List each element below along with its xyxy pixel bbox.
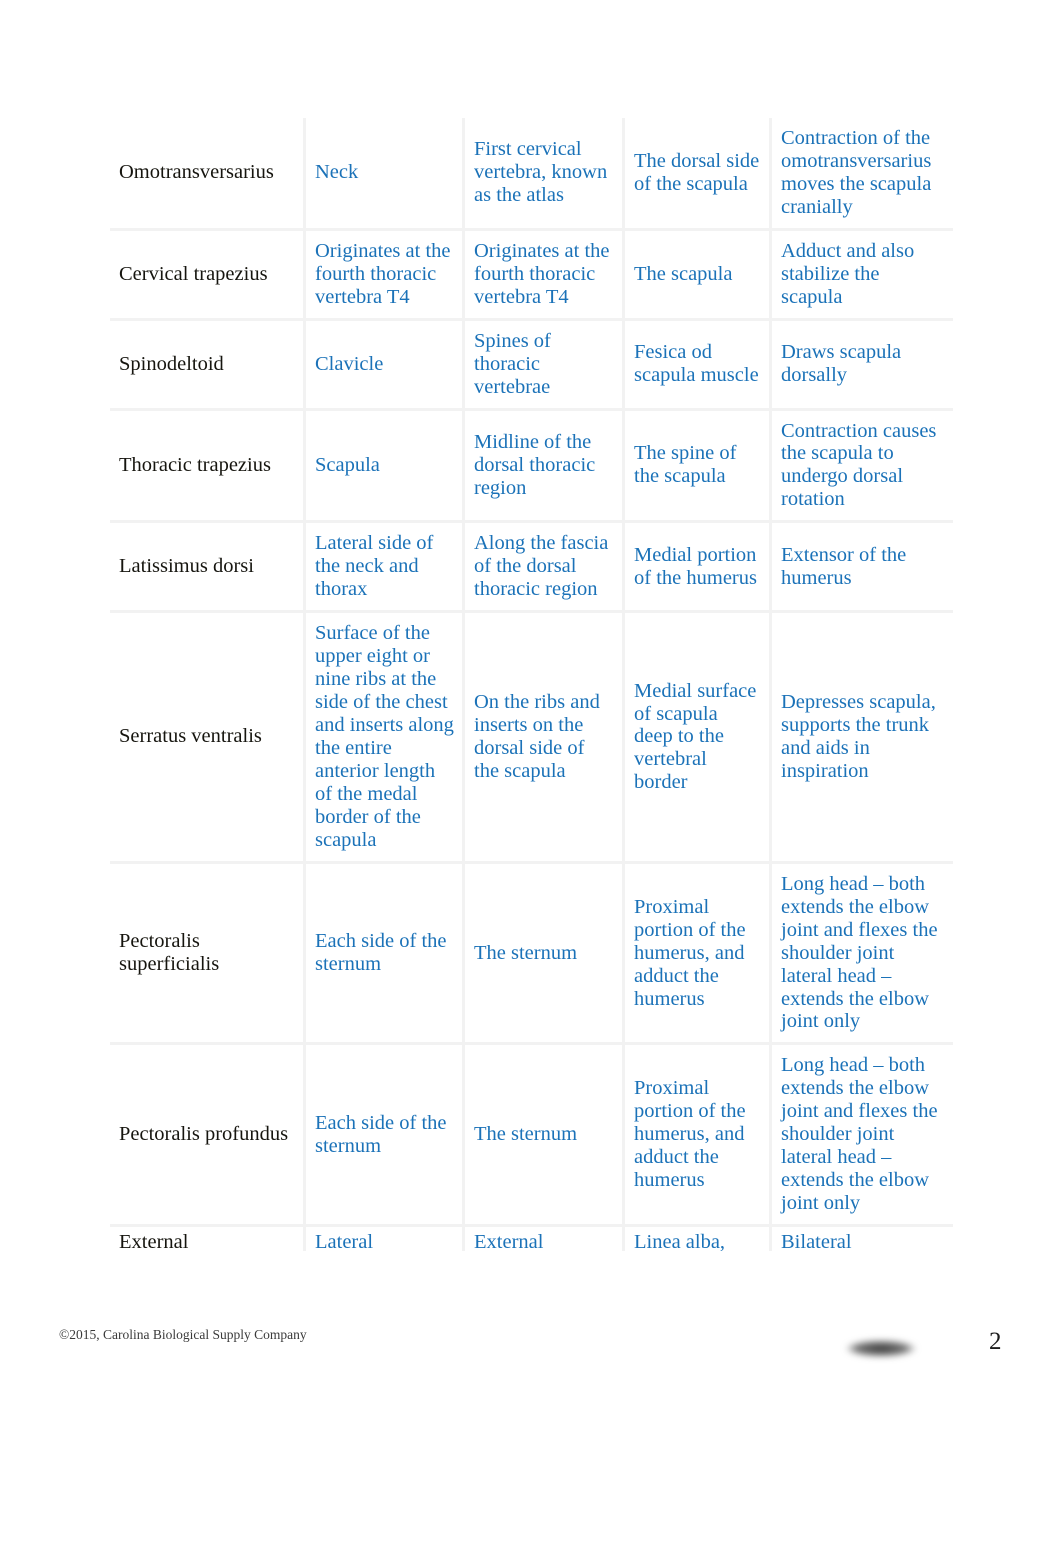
table-row: Spinodeltoid Clavicle Spines of thoracic… xyxy=(110,320,953,411)
cell-origin: Surface of the upper eight or nine ribs … xyxy=(306,613,465,864)
cell-insertion: The sternum xyxy=(465,863,625,1046)
cell-insertion: Originates at the fourth thoracic verteb… xyxy=(465,230,625,321)
muscle-table-container: Omotransversarius Neck First cervical ve… xyxy=(110,118,953,1259)
cell-origin: Clavicle xyxy=(306,320,465,411)
cell-location: Medial portion of the humerus xyxy=(625,523,772,614)
cell-location: Proximal portion of the humerus, and add… xyxy=(625,1045,772,1228)
cell-action: Long head – both extends the elbow joint… xyxy=(772,1045,953,1228)
cell-muscle-name: Serratus ventralis xyxy=(110,613,306,864)
redacted-block-icon xyxy=(831,1335,931,1362)
cell-insertion: First cervical vertebra, known as the at… xyxy=(465,118,625,231)
cell-insertion: Along the fascia of the dorsal thoracic … xyxy=(465,523,625,614)
cell-action: Adduct and also stabilize the scapula xyxy=(772,230,953,321)
table-row: Thoracic trapezius Scapula Midline of th… xyxy=(110,410,953,524)
cell-action: Contraction causes the scapula to underg… xyxy=(772,410,953,524)
cell-origin: Originates at the fourth thoracic verteb… xyxy=(306,230,465,321)
muscle-table-body: Omotransversarius Neck First cervical ve… xyxy=(110,118,953,1259)
cell-location: Fesica od scapula muscle xyxy=(625,320,772,411)
page-break-mask xyxy=(110,1251,953,1285)
cell-muscle-name: Cervical trapezius xyxy=(110,230,306,321)
table-row: Pectoralis superficialis Each side of th… xyxy=(110,863,953,1046)
table-row: Cervical trapezius Originates at the fou… xyxy=(110,230,953,321)
muscle-table: Omotransversarius Neck First cervical ve… xyxy=(110,118,953,1259)
cell-origin: Lateral side of the neck and thorax xyxy=(306,523,465,614)
page-number: 2 xyxy=(989,1328,1002,1355)
cell-muscle-name: Omotransversarius xyxy=(110,118,306,231)
page-footer: ©2015, Carolina Biological Supply Compan… xyxy=(59,1327,1009,1377)
cell-origin: Each side of the sternum xyxy=(306,1045,465,1228)
table-row: Latissimus dorsi Lateral side of the nec… xyxy=(110,523,953,614)
cell-origin: Neck xyxy=(306,118,465,231)
cell-location: Proximal portion of the humerus, and add… xyxy=(625,863,772,1046)
cell-insertion: The sternum xyxy=(465,1045,625,1228)
cell-location: The dorsal side of the scapula xyxy=(625,118,772,231)
cell-location: Medial surface of scapula deep to the ve… xyxy=(625,613,772,864)
cell-origin: Each side of the sternum xyxy=(306,863,465,1046)
cell-muscle-name: Latissimus dorsi xyxy=(110,523,306,614)
table-row: Omotransversarius Neck First cervical ve… xyxy=(110,118,953,231)
cell-insertion: Spines of thoracic vertebrae xyxy=(465,320,625,411)
cell-action: Draws scapula dorsally xyxy=(772,320,953,411)
table-row: Pectoralis profundus Each side of the st… xyxy=(110,1045,953,1228)
cell-action: Depresses scapula, supports the trunk an… xyxy=(772,613,953,864)
cell-insertion: On the ribs and inserts on the dorsal si… xyxy=(465,613,625,864)
cell-muscle-name: Thoracic trapezius xyxy=(110,410,306,524)
cell-insertion: Midline of the dorsal thoracic region xyxy=(465,410,625,524)
cell-muscle-name: Pectoralis profundus xyxy=(110,1045,306,1228)
cell-action: Long head – both extends the elbow joint… xyxy=(772,863,953,1046)
cell-action: Extensor of the humerus xyxy=(772,523,953,614)
table-row: Serratus ventralis Surface of the upper … xyxy=(110,613,953,864)
cell-origin: Scapula xyxy=(306,410,465,524)
document-page: Omotransversarius Neck First cervical ve… xyxy=(0,0,1062,1561)
copyright-notice: ©2015, Carolina Biological Supply Compan… xyxy=(59,1327,307,1342)
cell-muscle-name: Spinodeltoid xyxy=(110,320,306,411)
cell-muscle-name: Pectoralis superficialis xyxy=(110,863,306,1046)
cell-location: The spine of the scapula xyxy=(625,410,772,524)
cell-action: Contraction of the omotransversarius mov… xyxy=(772,118,953,231)
cell-location: The scapula xyxy=(625,230,772,321)
